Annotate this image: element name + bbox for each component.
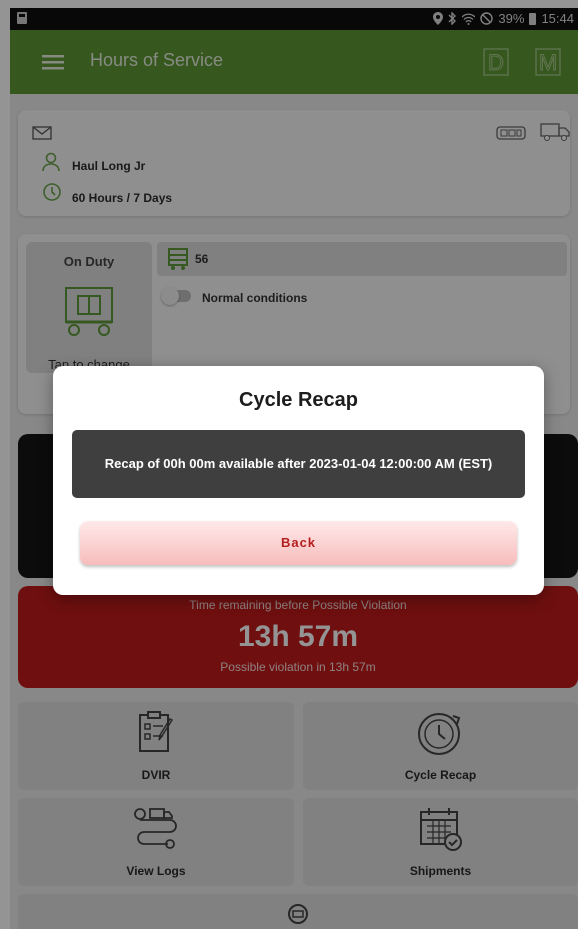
- cycle-recap-dialog: Cycle Recap Recap of 00h 00m available a…: [53, 366, 544, 595]
- back-button[interactable]: Back: [80, 521, 517, 565]
- recap-message: Recap of 00h 00m available after 2023-01…: [72, 430, 525, 498]
- dialog-title: Cycle Recap: [239, 389, 358, 411]
- recap-message-text: Recap of 00h 00m available after 2023-01…: [104, 456, 493, 471]
